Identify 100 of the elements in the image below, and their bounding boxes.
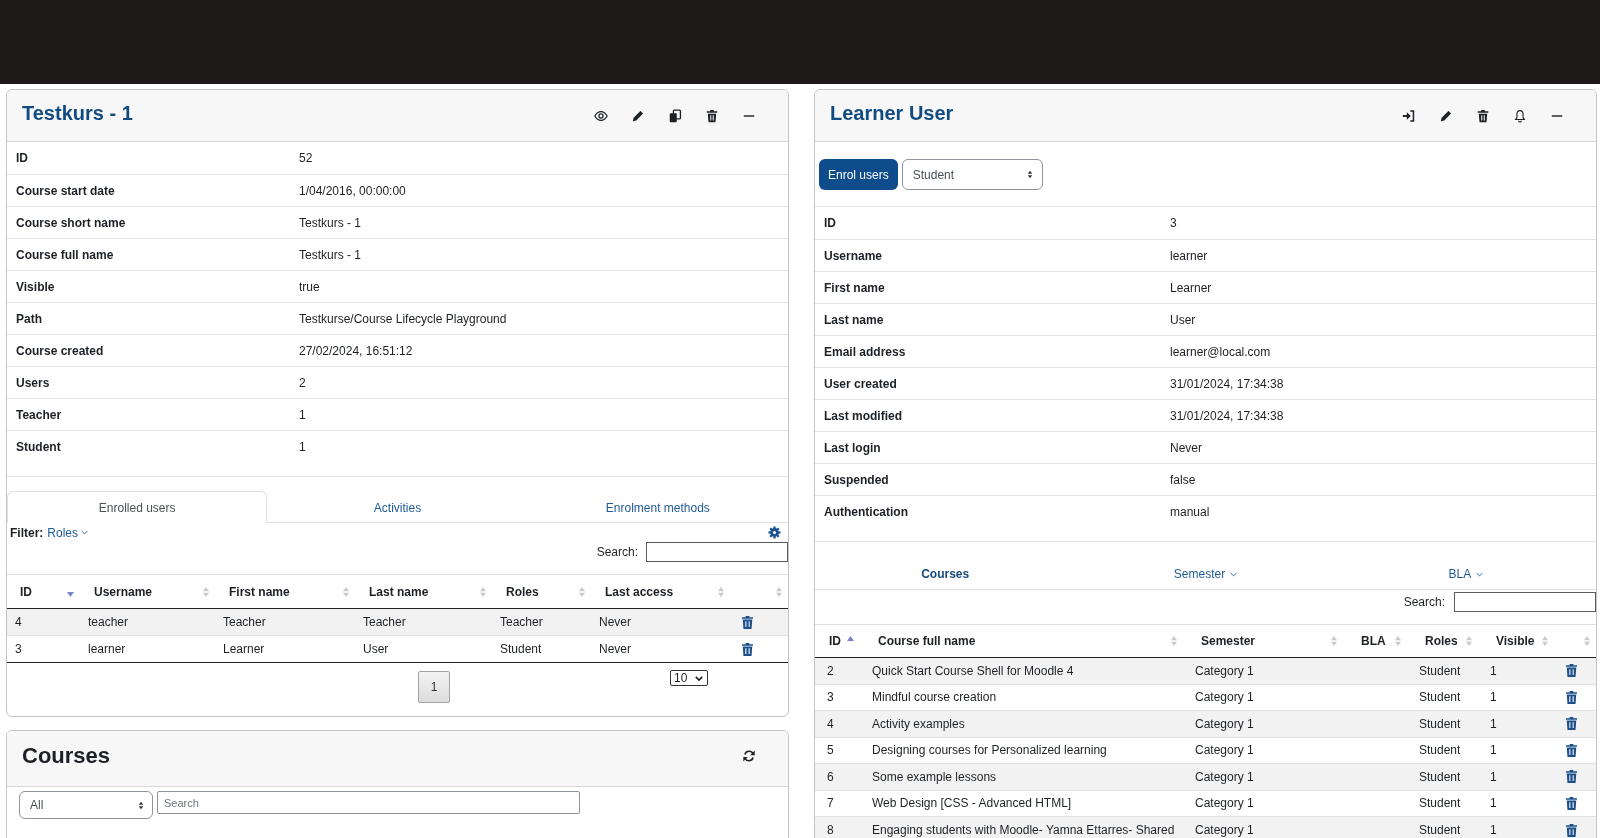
pencil-icon[interactable] [631, 108, 645, 123]
column-header[interactable] [730, 574, 788, 609]
field-label: Last modified [824, 408, 902, 423]
field-label: Last login [824, 440, 881, 455]
table-cell: Student [1419, 663, 1461, 678]
search-label: Search: [596, 545, 638, 559]
eye-icon[interactable] [594, 108, 608, 123]
category-select[interactable]: All [19, 791, 153, 819]
field-label: Teacher [16, 407, 62, 422]
sign-in-icon[interactable] [1402, 108, 1416, 123]
column-header[interactable]: Username [80, 574, 215, 609]
table-cell: User [363, 642, 389, 656]
tab[interactable]: Courses [815, 566, 1076, 582]
trash-icon[interactable] [1566, 823, 1577, 837]
select-arrows-icon [138, 800, 144, 810]
column-header[interactable]: Visible [1478, 624, 1554, 658]
table-cell: Never [599, 642, 631, 656]
column-header[interactable]: Last name [355, 574, 492, 609]
table-cell: Quick Start Course Shell for Moodle 4 [872, 663, 1074, 678]
field-label: Course short name [16, 215, 126, 230]
tab[interactable]: Enrolled users [7, 491, 268, 523]
tab[interactable]: Semester [1075, 566, 1336, 582]
field-value: 1 [299, 439, 306, 454]
field-value: false [1170, 472, 1196, 487]
trash-icon[interactable] [705, 108, 719, 123]
tab[interactable]: Activities [267, 491, 528, 523]
pencil-icon[interactable] [1439, 108, 1453, 123]
field-label: Username [824, 248, 883, 263]
table-cell: Activity examples [872, 716, 965, 731]
field-value: Testkurs - 1 [299, 215, 361, 230]
field-label: Path [16, 311, 42, 326]
page-button[interactable]: 1 [418, 671, 450, 703]
field-label: Suspended [824, 472, 889, 487]
field-value: Never [1170, 440, 1202, 455]
table-cell: Teacher [223, 615, 266, 629]
search-field[interactable] [646, 542, 788, 562]
column-header[interactable]: Course full name [860, 624, 1183, 658]
trash-icon[interactable] [1566, 796, 1577, 810]
refresh-icon[interactable] [742, 748, 756, 763]
trash-icon[interactable] [742, 642, 753, 656]
roles-filter[interactable]: Roles [47, 525, 89, 540]
copy-icon[interactable] [668, 108, 682, 123]
table-cell: Student [1419, 769, 1461, 784]
trash-icon[interactable] [742, 615, 753, 629]
column-header[interactable]: Semester [1183, 624, 1343, 658]
bell-icon[interactable] [1513, 108, 1527, 123]
trash-icon[interactable] [1566, 690, 1577, 704]
table-cell: 4 [15, 615, 22, 629]
column-header[interactable]: ID [7, 574, 80, 609]
table-cell: Student [1419, 716, 1461, 731]
tab[interactable]: Enrolment methods [527, 491, 788, 523]
field-value: 27/02/2024, 16:51:12 [299, 343, 413, 358]
role-select[interactable]: Student [901, 159, 1043, 190]
page-size-select[interactable]: 10 [670, 670, 708, 686]
field-value: Learner [1170, 280, 1212, 295]
field-label: Course created [16, 343, 104, 358]
table-cell: Designing courses for Personalized learning [872, 743, 1107, 758]
table-cell: Learner [223, 642, 265, 656]
table-cell: 2 [827, 663, 834, 678]
table-cell: Category 1 [1195, 690, 1254, 705]
table-cell: Never [599, 615, 631, 629]
trash-icon[interactable] [1566, 743, 1577, 757]
trash-icon[interactable] [1566, 770, 1577, 784]
field-label: Email address [824, 344, 906, 359]
table-cell: 6 [827, 769, 834, 784]
chevron-down-icon [695, 675, 703, 681]
table-cell: Student [500, 642, 542, 656]
search-field[interactable] [1454, 591, 1596, 612]
column-header[interactable]: First name [215, 574, 355, 609]
column-header[interactable]: BLA [1343, 624, 1407, 658]
column-header[interactable]: Roles [492, 574, 591, 609]
settings-icon[interactable] [768, 526, 781, 539]
table-cell: 1 [1490, 663, 1497, 678]
search-field[interactable]: Search [157, 791, 580, 814]
field-value: learner [1170, 248, 1208, 263]
table-cell: Category 1 [1195, 769, 1254, 784]
table-cell: teacher [88, 615, 129, 629]
table-cell: Category 1 [1195, 716, 1254, 731]
table-cell: Category 1 [1195, 663, 1254, 678]
courses-title: Courses [22, 742, 111, 769]
tab[interactable]: BLA [1335, 566, 1596, 582]
table-cell: 1 [1490, 796, 1497, 811]
column-header[interactable]: Roles [1407, 624, 1478, 658]
table-cell: 1 [1490, 823, 1497, 837]
table-cell: 1 [1490, 690, 1497, 705]
field-value: true [299, 279, 320, 294]
field-value: Testkurse/Course Lifecycle Playground [299, 311, 507, 326]
table-cell: Student [1419, 823, 1461, 837]
trash-icon[interactable] [1566, 664, 1577, 678]
field-label: User created [824, 376, 897, 391]
field-value: 31/01/2024, 17:34:38 [1170, 376, 1284, 391]
column-header[interactable]: Last access [591, 574, 730, 609]
enrol-users-button[interactable]: Enrol users [819, 159, 898, 190]
column-header[interactable]: ID [815, 624, 860, 658]
column-header[interactable] [1554, 624, 1596, 658]
field-value: Testkurs - 1 [299, 247, 361, 262]
trash-icon[interactable] [1566, 717, 1577, 731]
field-value: 1/04/2016, 00:00:00 [299, 183, 406, 198]
trash-icon[interactable] [1476, 108, 1490, 123]
field-value: 1 [299, 407, 306, 422]
